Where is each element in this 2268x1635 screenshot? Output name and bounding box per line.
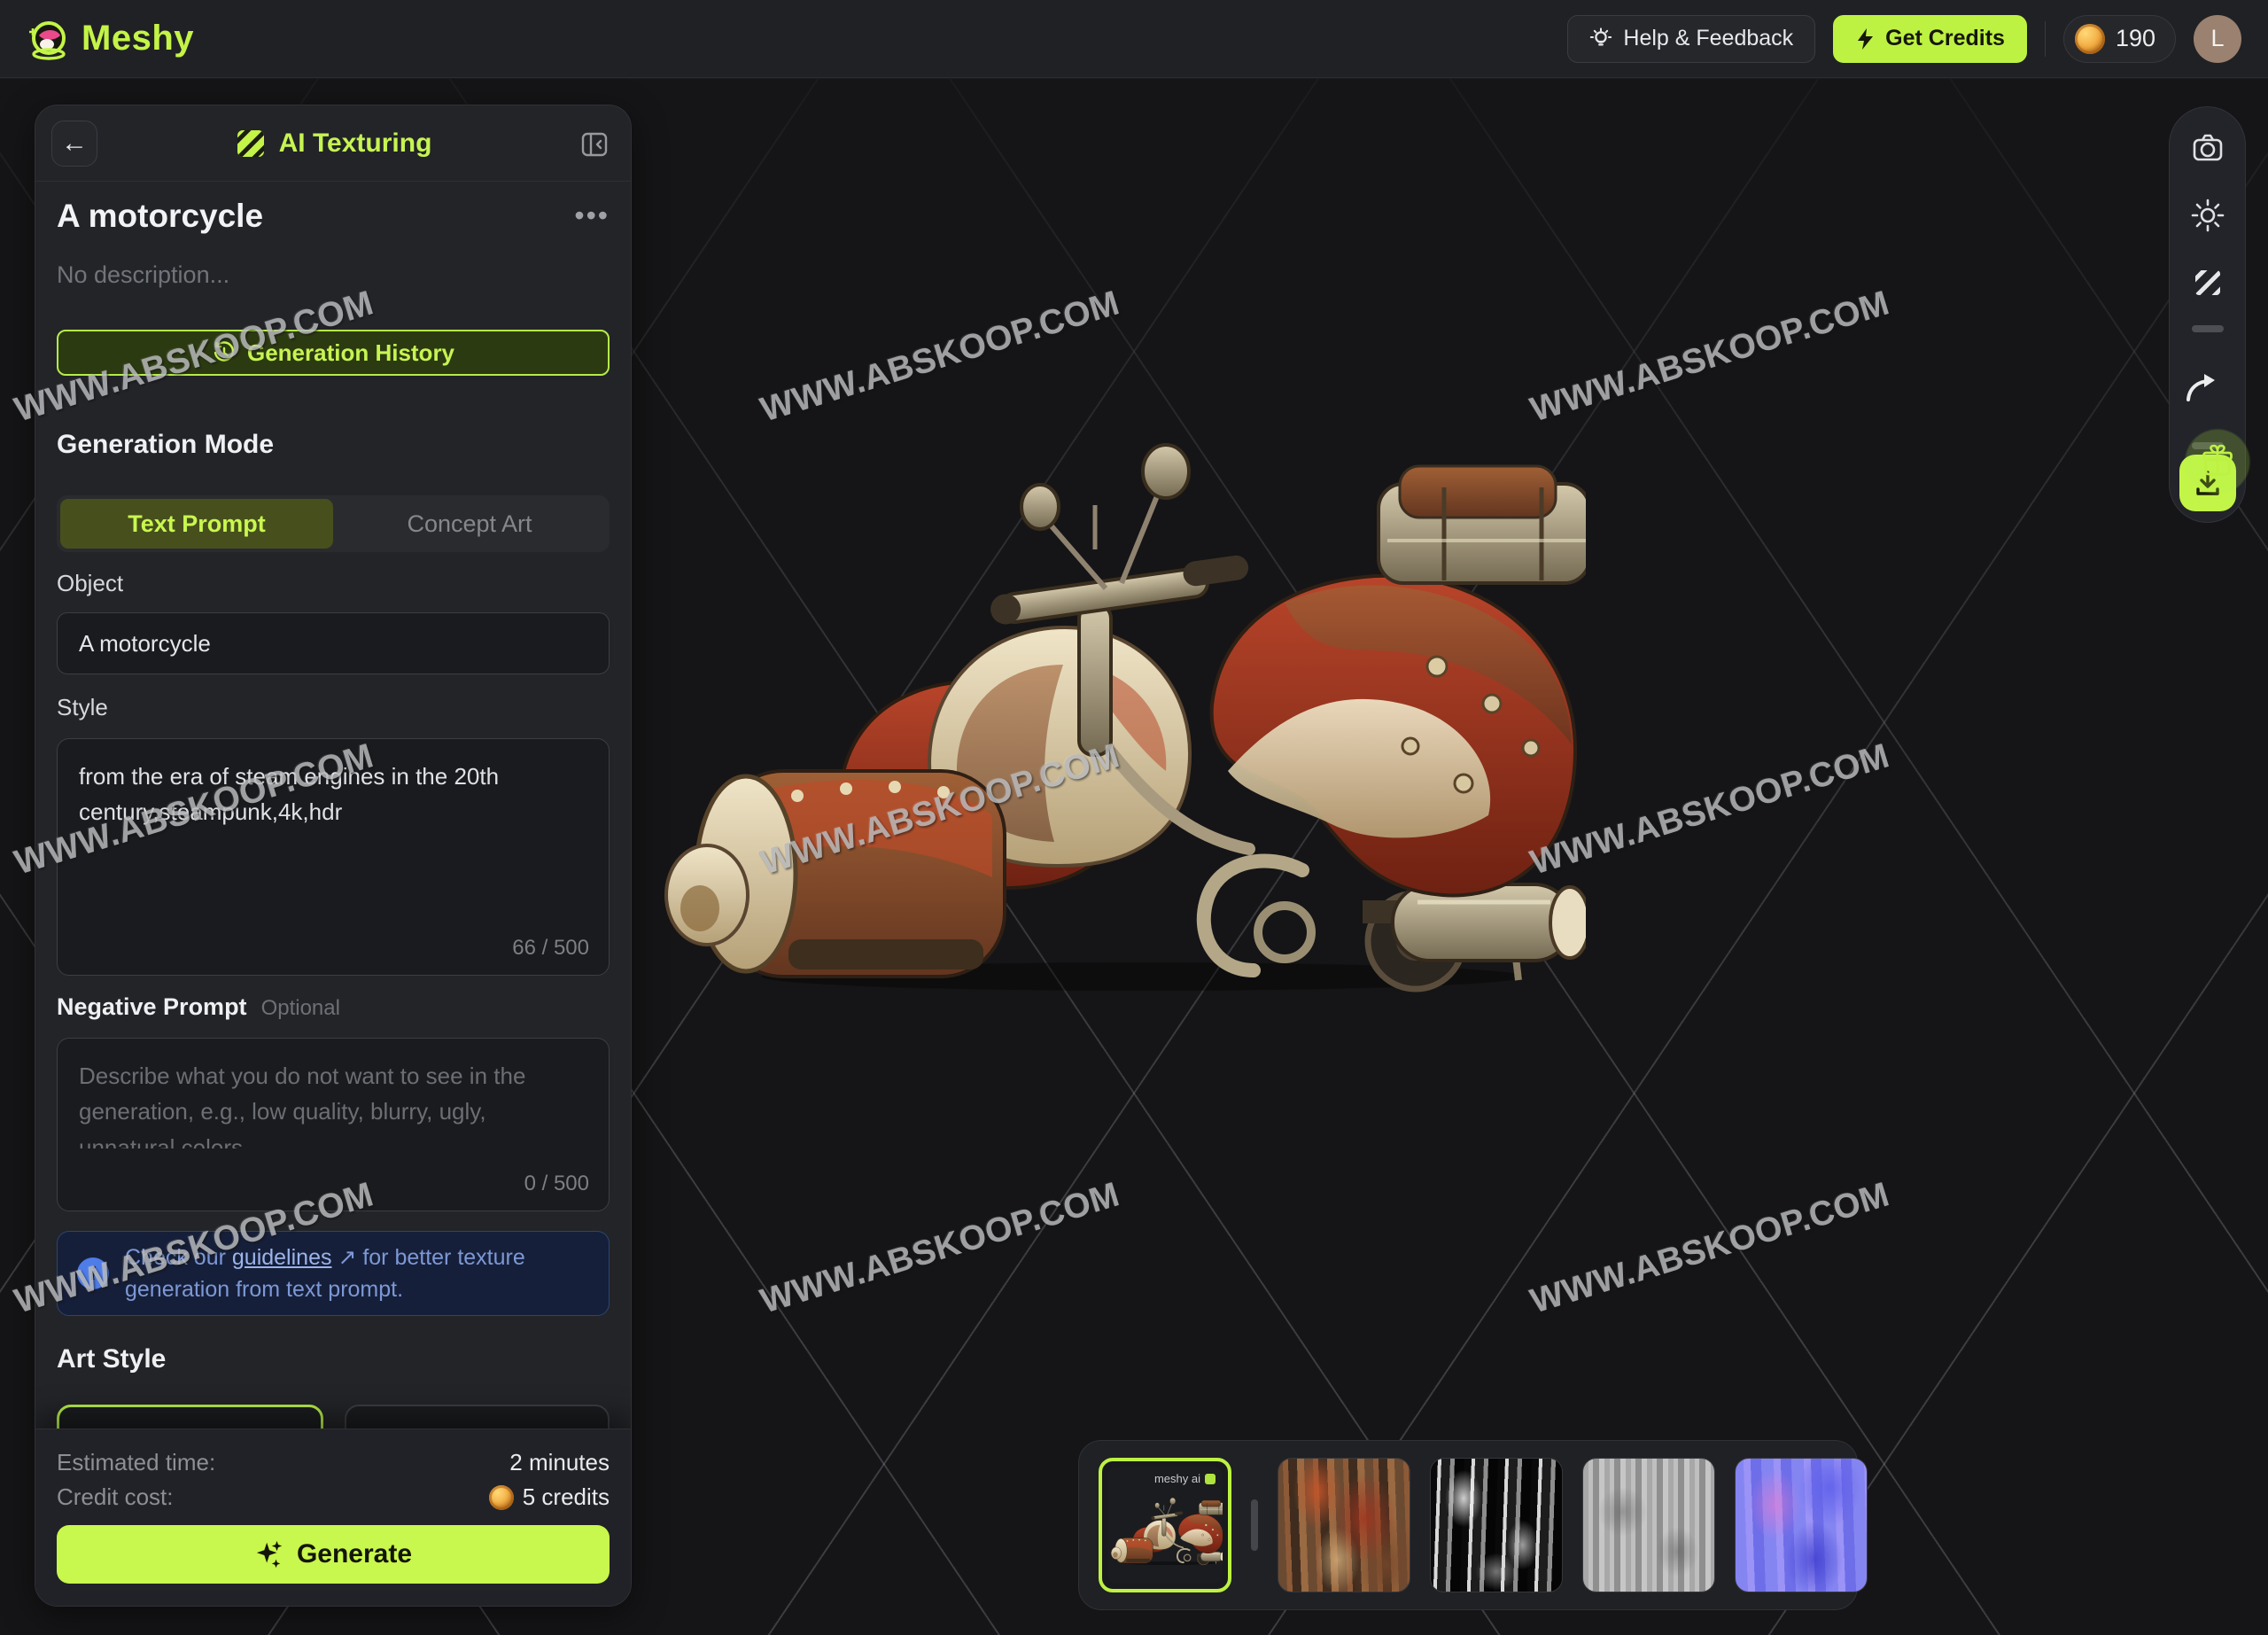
generation-history-label: Generation History (247, 339, 454, 367)
toolbar-divider (2192, 325, 2224, 332)
tab-concept-art[interactable]: Concept Art (333, 499, 606, 549)
gift-icon (2200, 444, 2235, 479)
more-menu-button[interactable]: ••• (574, 198, 610, 233)
info-icon: i (77, 1257, 109, 1289)
panel-footer: Estimated time: 2 minutes Credit cost: 5… (35, 1429, 631, 1606)
ai-texturing-icon (235, 128, 267, 160)
coin-icon (489, 1485, 514, 1510)
credit-cost-value: 5 credits (523, 1483, 610, 1511)
credits-balance[interactable]: 190 (2063, 15, 2176, 63)
style-char-counter: 66 / 500 (512, 936, 589, 961)
meshy-dot-icon (1205, 1474, 1216, 1484)
tab-text-prompt[interactable]: Text Prompt (60, 499, 333, 549)
help-feedback-label: Help & Feedback (1623, 26, 1793, 51)
object-input[interactable] (58, 613, 609, 673)
thumbnail-metallic-map[interactable] (1430, 1458, 1563, 1592)
share-button[interactable] (2183, 370, 2220, 404)
collapse-panel-icon (579, 129, 610, 160)
motorcycle-3d-model[interactable] (664, 399, 1586, 993)
project-description[interactable]: No description... (57, 261, 610, 289)
meshy-app: Meshy Help & Feedback Get Credits 1 (0, 0, 2268, 1635)
generate-button[interactable]: Generate (57, 1525, 610, 1584)
screenshot-button[interactable] (2191, 131, 2225, 165)
object-label: Object (57, 570, 610, 597)
project-title: A motorcycle (57, 198, 263, 235)
project-title-row: A motorcycle ••• (57, 198, 610, 235)
estimated-time-label: Estimated time: (57, 1449, 215, 1476)
user-avatar[interactable]: L (2194, 15, 2241, 63)
help-feedback-button[interactable]: Help & Feedback (1567, 15, 1815, 63)
style-label: Style (57, 694, 610, 721)
negative-prompt-label-row: Negative Prompt Optional (57, 993, 610, 1021)
panel-title: AI Texturing (279, 128, 432, 159)
sun-brightness-icon (2190, 198, 2225, 233)
lightbulb-icon (1589, 27, 1612, 51)
topbar-separator (2045, 21, 2046, 57)
guidelines-link[interactable]: guidelines (232, 1245, 332, 1270)
estimated-time-value: 2 minutes (509, 1449, 610, 1476)
strip-divider (1251, 1499, 1258, 1551)
texture-view-button[interactable] (2191, 266, 2225, 300)
camera-icon (2191, 131, 2225, 165)
history-clock-icon (212, 340, 237, 365)
style-textarea-wrap: from the era of steam engines in the 20t… (57, 738, 610, 976)
credit-cost-label: Credit cost: (57, 1483, 174, 1511)
negative-char-counter: 0 / 500 (524, 1172, 589, 1196)
negative-prompt-textarea-wrap: 0 / 500 (57, 1038, 610, 1211)
guidelines-text: Check our guidelines ↗ for better textur… (125, 1242, 589, 1306)
rewards-gift-button[interactable] (2179, 424, 2256, 500)
style-textarea[interactable]: from the era of steam engines in the 20t… (58, 739, 609, 909)
generation-history-button[interactable]: Generation History (57, 330, 610, 376)
coin-icon (2075, 24, 2105, 54)
thumbnail-model-preview[interactable]: meshy ai (1099, 1458, 1231, 1592)
model-preview-image (1111, 1491, 1223, 1566)
back-button[interactable]: ← (51, 121, 97, 167)
guidelines-info-note: i Check our guidelines ↗ for better text… (57, 1231, 610, 1316)
art-style-heading: Art Style (57, 1344, 610, 1374)
ai-texturing-panel: ← AI Texturing (35, 105, 632, 1607)
top-bar: Meshy Help & Feedback Get Credits 1 (0, 0, 2268, 78)
lightning-bolt-icon (1855, 27, 1875, 51)
get-credits-button[interactable]: Get Credits (1833, 15, 2027, 63)
lighting-button[interactable] (2190, 198, 2225, 233)
meshy-watermark: meshy ai (1154, 1472, 1216, 1485)
avatar-initial: L (2210, 25, 2224, 52)
thumbnail-roughness-map[interactable] (1582, 1458, 1715, 1592)
share-arrow-icon (2183, 370, 2220, 404)
texture-stripes-icon (2191, 266, 2225, 300)
sparkles-icon (254, 1539, 284, 1569)
collapse-panel-button[interactable] (576, 126, 613, 163)
meshy-logo-icon (27, 18, 69, 60)
thumbnail-base-color-map[interactable] (1278, 1458, 1410, 1592)
brand-name: Meshy (82, 19, 194, 58)
panel-header: ← AI Texturing (35, 105, 631, 182)
get-credits-label: Get Credits (1885, 26, 2005, 51)
object-input-wrap (57, 612, 610, 674)
generate-label: Generate (297, 1539, 412, 1569)
thumbnail-normal-map[interactable] (1735, 1458, 1868, 1592)
optional-tag: Optional (261, 996, 340, 1021)
negative-prompt-textarea[interactable] (58, 1039, 609, 1148)
credits-count: 190 (2116, 25, 2155, 52)
generation-mode-tabs: Text Prompt Concept Art (57, 495, 610, 552)
back-arrow-icon: ← (61, 128, 88, 159)
generation-mode-heading: Generation Mode (57, 430, 610, 460)
external-link-icon: ↗ (338, 1245, 356, 1270)
texture-maps-strip: meshy ai (1078, 1440, 1858, 1610)
brand-logo[interactable]: Meshy (27, 18, 194, 60)
negative-prompt-label: Negative Prompt (57, 993, 247, 1021)
